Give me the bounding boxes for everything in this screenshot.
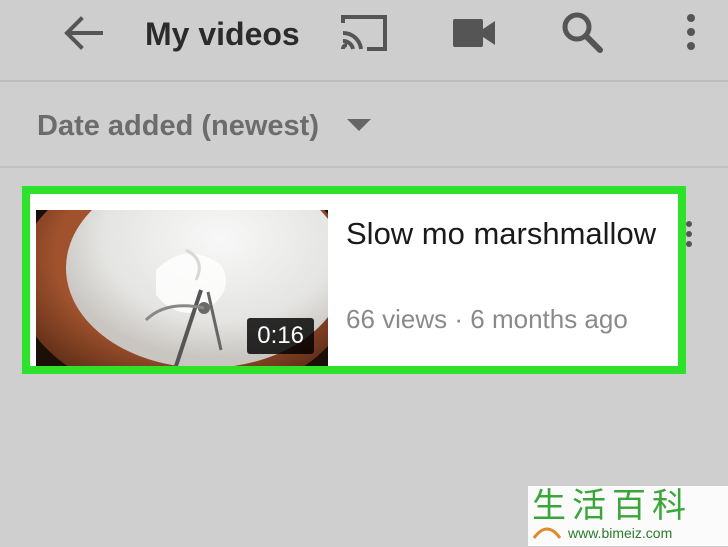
app-bar: My videos [0, 0, 728, 82]
search-icon[interactable] [556, 6, 608, 58]
watermark: 生活百科 www.bimeiz.com [528, 486, 728, 546]
watermark-url: www.bimeiz.com [568, 525, 673, 541]
back-arrow-icon[interactable] [58, 10, 108, 56]
video-meta: 66 views · 6 months ago [346, 304, 628, 334]
video-title[interactable]: Slow mo marshmallow [346, 214, 666, 254]
chevron-down-icon[interactable] [346, 118, 372, 137]
video-thumbnail[interactable]: 0:16 [36, 210, 328, 366]
video-camera-icon[interactable] [446, 8, 502, 58]
sort-label[interactable]: Date added (newest) [37, 108, 319, 144]
page-title: My videos [145, 16, 300, 52]
watermark-logo-icon [532, 524, 562, 542]
video-list-item[interactable]: 0:16 Slow mo marshmallow 66 views · 6 mo… [22, 186, 686, 374]
sort-dropdown[interactable]: Date added (newest) [0, 82, 728, 168]
cast-icon[interactable] [334, 8, 394, 58]
watermark-chars: 生活百科 [532, 486, 692, 526]
video-duration: 0:16 [247, 318, 314, 354]
more-vert-icon[interactable] [676, 6, 706, 58]
video-more-icon[interactable] [677, 220, 701, 250]
